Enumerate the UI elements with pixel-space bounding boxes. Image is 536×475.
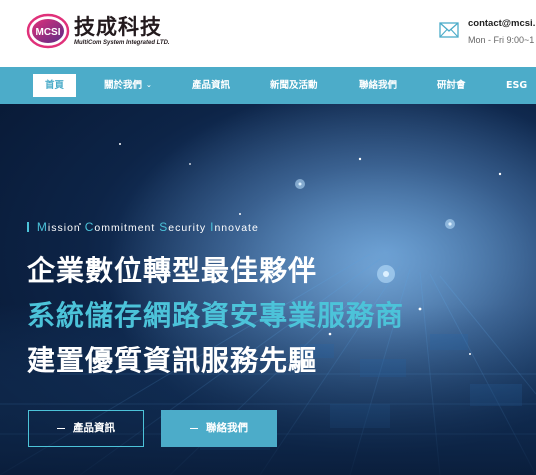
nav-item-label: 新聞及活動 <box>270 80 318 91</box>
tagline-word: ecurity <box>168 222 207 234</box>
nav-item-label: 研討會 <box>437 80 466 91</box>
hero-tagline: Mission Commitment Security Innovate <box>27 220 259 234</box>
nav-item-esg[interactable]: ESG <box>506 74 527 97</box>
chevron-down-icon: ⌄ <box>146 81 152 89</box>
products-button[interactable]: 產品資訊 <box>28 410 144 447</box>
nav-item-seminar[interactable]: 研討會 <box>437 74 466 97</box>
contact-email-link[interactable]: contact@mcsi. <box>468 18 535 29</box>
tagline-initial: C <box>84 220 95 234</box>
mail-icon <box>439 22 459 38</box>
nav-item-news[interactable]: 新聞及活動 <box>270 74 318 97</box>
nav-item-label: 關於我們 <box>104 80 143 91</box>
nav-item-label: ESG <box>506 80 528 91</box>
main-navigation: 首頁 關於我們 ⌄ 產品資訊 新聞及活動 聯絡我們 研討會 ESG <box>0 67 536 104</box>
contact-button[interactable]: 聯絡我們 <box>161 410 277 447</box>
mcsi-logo[interactable]: MCSI <box>26 12 70 50</box>
hero-banner: Mission Commitment Security Innovate 企業數… <box>0 104 536 475</box>
tagline-initial: S <box>159 220 169 234</box>
button-label: 聯絡我們 <box>206 422 248 434</box>
tagline-word: ommitment <box>94 222 156 234</box>
nav-item-label: 聯絡我們 <box>359 80 398 91</box>
nav-item-label: 首頁 <box>45 80 65 91</box>
button-label: 產品資訊 <box>73 422 115 434</box>
tagline-accent-bar <box>27 222 29 232</box>
dash-icon <box>190 427 198 429</box>
site-header: MCSI 技成科技 MultiCom System Integrated LTD… <box>0 0 536 67</box>
nav-item-products[interactable]: 產品資訊 <box>192 74 230 97</box>
nav-item-contact[interactable]: 聯絡我們 <box>359 74 397 97</box>
nav-item-about[interactable]: 關於我們 ⌄ <box>104 74 152 97</box>
hero-headline-3: 建置優質資訊服務先驅 <box>27 344 318 377</box>
brand-subtitle: MultiCom System Integrated LTD. <box>74 40 170 46</box>
hero-headline-1: 企業數位轉型最佳夥伴 <box>27 254 318 287</box>
dash-icon <box>57 427 65 429</box>
nav-item-label: 產品資訊 <box>192 80 231 91</box>
contact-hours: Mon - Fri 9:00~1 <box>468 35 535 45</box>
tagline-word: ission <box>47 222 81 234</box>
tagline-word: nnovate <box>214 222 259 234</box>
hero-headline-2: 系統儲存網路資安專業服務商 <box>27 299 405 332</box>
brand-name: 技成科技 <box>74 15 162 39</box>
tagline-initial: M <box>36 220 48 234</box>
svg-text:MCSI: MCSI <box>36 27 61 38</box>
nav-item-home[interactable]: 首頁 <box>33 74 77 97</box>
